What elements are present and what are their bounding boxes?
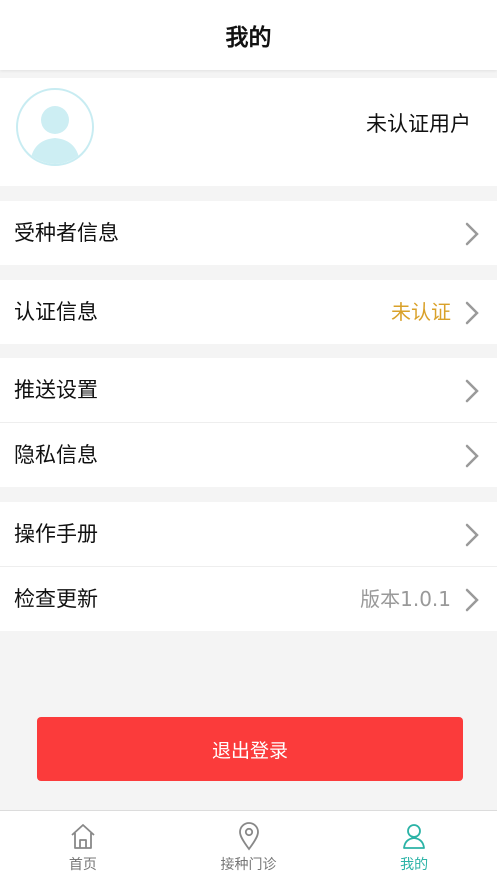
menu-item-manual[interactable]: 操作手册 bbox=[0, 502, 497, 566]
avatar[interactable] bbox=[16, 88, 94, 166]
verification-status: 未认证用户 bbox=[366, 112, 471, 136]
menu-item-label: 操作手册 bbox=[14, 522, 98, 546]
version-value: 版本1.0.1 bbox=[360, 587, 451, 611]
page-title: 我的 bbox=[225, 25, 272, 51]
top-bar: 我的 bbox=[0, 0, 497, 70]
menu-item-check-update[interactable]: 检查更新 版本1.0.1 bbox=[0, 567, 497, 631]
chevron-right-icon bbox=[465, 523, 479, 547]
chevron-right-icon bbox=[465, 588, 479, 612]
menu-item-label: 认证信息 bbox=[14, 300, 98, 324]
chevron-right-icon bbox=[465, 222, 479, 246]
user-silhouette-icon bbox=[30, 106, 80, 164]
menu-item-privacy[interactable]: 隐私信息 bbox=[0, 423, 497, 487]
user-icon bbox=[403, 824, 426, 849]
menu-item-label: 受种者信息 bbox=[14, 221, 119, 245]
location-pin-icon bbox=[238, 822, 259, 851]
chevron-right-icon bbox=[465, 301, 479, 325]
tab-label: 首页 bbox=[68, 857, 97, 873]
home-icon bbox=[71, 824, 95, 849]
menu-item-verification[interactable]: 认证信息 未认证 bbox=[0, 280, 497, 344]
tab-label: 我的 bbox=[400, 857, 429, 873]
profile-card[interactable]: 未认证用户 bbox=[0, 78, 497, 186]
chevron-right-icon bbox=[465, 444, 479, 468]
tab-home[interactable]: 首页 bbox=[0, 811, 166, 884]
tab-label: 接种门诊 bbox=[220, 857, 277, 873]
menu-item-label: 检查更新 bbox=[14, 587, 98, 611]
menu-item-recipient-info[interactable]: 受种者信息 bbox=[0, 201, 497, 265]
menu-item-label: 推送设置 bbox=[14, 378, 98, 402]
tab-clinics[interactable]: 接种门诊 bbox=[166, 811, 332, 884]
menu-item-push-settings[interactable]: 推送设置 bbox=[0, 358, 497, 422]
chevron-right-icon bbox=[465, 379, 479, 403]
tab-mine[interactable]: 我的 bbox=[331, 811, 497, 884]
menu-item-label: 隐私信息 bbox=[14, 443, 98, 467]
logout-button[interactable]: 退出登录 bbox=[37, 717, 463, 781]
bottom-tab-bar: 首页 接种门诊 我的 bbox=[0, 810, 497, 884]
verification-value: 未认证 bbox=[391, 300, 451, 324]
